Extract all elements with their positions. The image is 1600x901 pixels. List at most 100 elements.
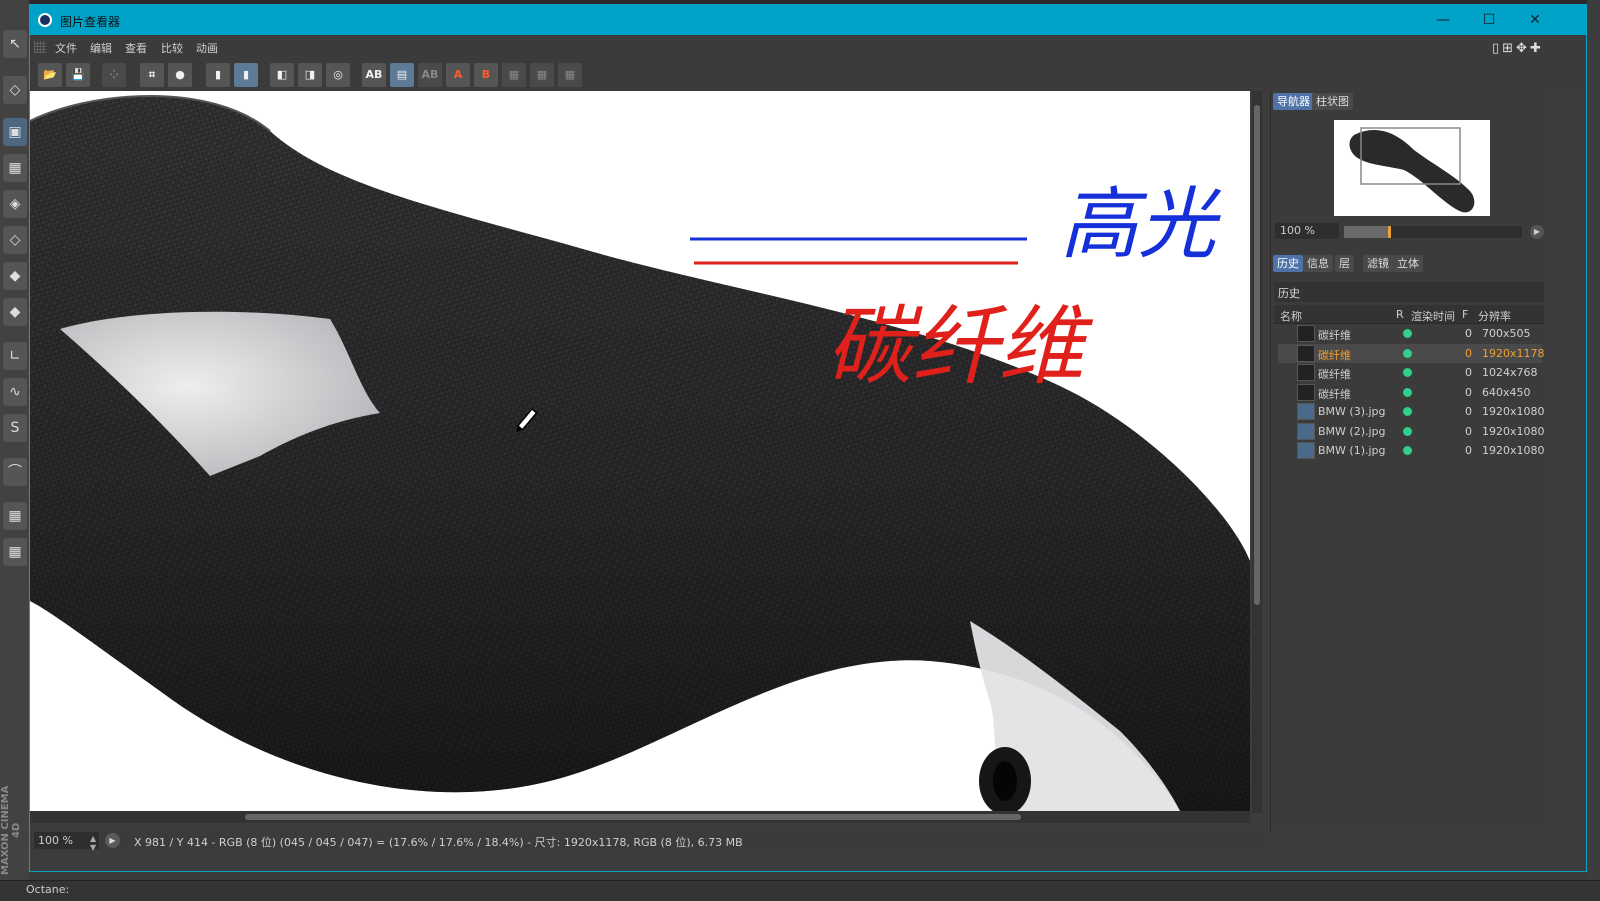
- row-resolution: 1024x768: [1482, 366, 1538, 379]
- set-a-icon[interactable]: A: [446, 63, 470, 87]
- view-single-icon[interactable]: ◧: [270, 63, 294, 87]
- grid-icon[interactable]: ⁘: [102, 63, 126, 87]
- menu-file[interactable]: 文件: [55, 40, 77, 56]
- menu-bar: [30, 35, 1586, 57]
- object-mode-icon[interactable]: ◆: [3, 298, 27, 326]
- row-name: BMW (3).jpg: [1318, 405, 1386, 418]
- magnet-tool-icon[interactable]: ⌒: [3, 458, 27, 486]
- navigator-zoom-slider-fill: [1344, 226, 1389, 238]
- history-row[interactable]: 碳纤维 0 1024x768: [1278, 363, 1542, 382]
- menu-view[interactable]: 查看: [125, 40, 147, 56]
- save-file-icon[interactable]: 💾: [66, 63, 90, 87]
- tab-navigator[interactable]: 导航器: [1273, 93, 1314, 110]
- row-resolution: 640x450: [1482, 386, 1531, 399]
- title-bar[interactable]: 图片查看器 — ☐ ✕: [30, 5, 1586, 35]
- tab-info[interactable]: 信息: [1303, 255, 1333, 272]
- column-f[interactable]: F: [1462, 308, 1468, 321]
- pixel-info-text: X 981 / Y 414 - RGB (8 位) (045 / 045 / 0…: [134, 836, 743, 849]
- move-tool-icon[interactable]: ↖: [3, 30, 27, 58]
- menu-compare[interactable]: 比较: [161, 40, 183, 56]
- row-name: BMW (2).jpg: [1318, 425, 1386, 438]
- column-resolution[interactable]: 分辨率: [1478, 308, 1511, 324]
- menu-animation[interactable]: 动画: [196, 40, 218, 56]
- history-header: [1274, 282, 1544, 302]
- column-render-time[interactable]: 渲染时间: [1411, 308, 1455, 324]
- history-row[interactable]: BMW (2).jpg 0 1920x1080: [1278, 422, 1545, 441]
- zoom-stepper-icon[interactable]: ▲ ▼: [90, 834, 96, 852]
- point-mode-icon[interactable]: ◆: [3, 262, 27, 290]
- navigator-zoom-slider-handle[interactable]: [1387, 226, 1391, 238]
- polygon-mode-icon[interactable]: ◈: [3, 190, 27, 218]
- column-name[interactable]: 名称: [1280, 308, 1302, 324]
- axis-tool-icon[interactable]: ∟: [3, 342, 27, 370]
- row-frame: 0: [1465, 444, 1472, 457]
- tab-history[interactable]: 历史: [1273, 255, 1303, 272]
- row-thumbnail: [1297, 345, 1315, 362]
- menu-edit[interactable]: 编辑: [90, 40, 112, 56]
- status-dot: [1403, 329, 1412, 338]
- history-row[interactable]: 碳纤维 0 700x505: [1278, 324, 1542, 343]
- snap-tool-icon[interactable]: S: [3, 414, 27, 442]
- tab-stereo[interactable]: 立体: [1393, 255, 1423, 272]
- close-button[interactable]: ✕: [1512, 5, 1558, 35]
- maximize-button[interactable]: ☐: [1466, 5, 1512, 35]
- row-thumbnail: [1297, 325, 1315, 342]
- copy-icon[interactable]: ▮: [206, 63, 230, 87]
- octane-label: Octane:: [26, 883, 70, 896]
- minimize-button[interactable]: —: [1420, 5, 1466, 35]
- paste-icon[interactable]: ▮: [234, 63, 258, 87]
- row-frame: 0: [1465, 386, 1472, 399]
- row-name: 碳纤维: [1318, 368, 1351, 381]
- row-resolution: 1920x1178: [1482, 347, 1545, 360]
- history-row-selected[interactable]: 碳纤维 0 1920x1178: [1278, 344, 1545, 363]
- tweak-tool-icon[interactable]: ∿: [3, 378, 27, 406]
- play-icon[interactable]: ▶: [105, 833, 120, 848]
- navigator-play-icon[interactable]: ▶: [1530, 225, 1544, 239]
- floor-grid-icon[interactable]: ▦: [3, 502, 27, 530]
- compare-horizontal-icon[interactable]: ▦: [558, 63, 582, 87]
- window-title: 图片查看器: [60, 15, 121, 29]
- status-dot: [1403, 427, 1412, 436]
- layout-icons[interactable]: ▯⊞✥✚: [1492, 41, 1544, 56]
- compare-ab-icon[interactable]: AB: [362, 63, 386, 87]
- history-row[interactable]: BMW (1).jpg 0 1920x1080: [1278, 441, 1545, 460]
- compare-split-icon[interactable]: ▤: [390, 63, 414, 87]
- render-icon[interactable]: ●: [168, 63, 192, 87]
- row-frame: 0: [1465, 347, 1472, 360]
- horizontal-scrollbar-thumb[interactable]: [245, 814, 1021, 820]
- annotation-carbon-text: 碳纤维: [826, 297, 1094, 397]
- texture-mode-icon[interactable]: ▦: [3, 154, 27, 182]
- row-frame: 0: [1465, 425, 1472, 438]
- cube-tool-icon[interactable]: ◇: [3, 76, 27, 104]
- row-thumbnail: [1297, 442, 1315, 459]
- column-r[interactable]: R: [1396, 308, 1404, 321]
- row-resolution: 700x505: [1482, 327, 1531, 340]
- swap-ab-icon[interactable]: ▦: [502, 63, 526, 87]
- row-resolution: 1920x1080: [1482, 444, 1545, 457]
- model-mode-icon[interactable]: ▣: [3, 118, 27, 146]
- tab-filters[interactable]: 滤镜: [1363, 255, 1393, 272]
- history-row[interactable]: BMW (3).jpg 0 1920x1080: [1278, 402, 1545, 421]
- compare-diff-icon[interactable]: AB: [418, 63, 442, 87]
- view-fit-icon[interactable]: ◨: [298, 63, 322, 87]
- menu-grip-icon: [34, 41, 46, 53]
- image-viewport[interactable]: 高光 碳纤维: [30, 91, 1250, 811]
- tab-layers[interactable]: 层: [1335, 255, 1354, 272]
- row-thumbnail: [1297, 364, 1315, 381]
- open-file-icon[interactable]: 📂: [38, 63, 62, 87]
- view-channel-icon[interactable]: ◎: [326, 63, 350, 87]
- navigator-thumbnail[interactable]: [1334, 120, 1490, 216]
- compare-vertical-icon[interactable]: ▦: [530, 63, 554, 87]
- workplane-icon[interactable]: ▦: [3, 538, 27, 566]
- picture-viewer-window: 图片查看器 — ☐ ✕ 文件 编辑 查看 比较 动画 ▯⊞✥✚ 📂 💾 ⁘ ⌗ …: [29, 4, 1587, 872]
- row-name: 碳纤维: [1318, 349, 1351, 362]
- set-b-icon[interactable]: B: [474, 63, 498, 87]
- carbon-fiber-render: 高光 碳纤维: [30, 95, 1250, 811]
- crop-region-icon[interactable]: ⌗: [140, 63, 164, 87]
- tab-histogram[interactable]: 柱状图: [1312, 93, 1353, 110]
- toolbar: [30, 57, 1586, 91]
- edge-mode-icon[interactable]: ◇: [3, 226, 27, 254]
- vertical-scrollbar-thumb[interactable]: [1254, 105, 1260, 605]
- history-row[interactable]: 碳纤维 0 640x450: [1278, 383, 1542, 402]
- navigator-zoom-field[interactable]: 100 %: [1275, 223, 1339, 239]
